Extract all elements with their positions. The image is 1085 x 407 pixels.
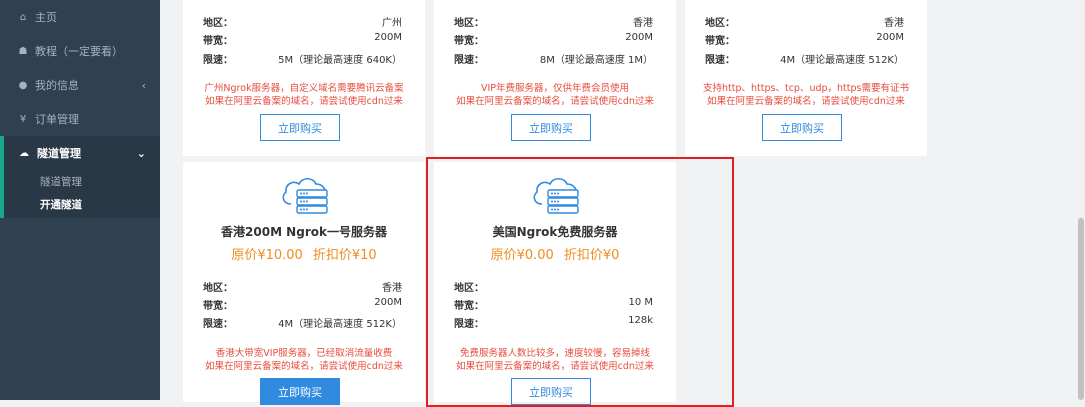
server-card: 香港200M Ngrok一号服务器 原价¥10.00 折扣价¥10 地区： 香港 带… xyxy=(183,162,425,405)
bandwidth-row: 带宽： 200M xyxy=(203,297,402,312)
cloud-icon: ☁ xyxy=(19,147,29,159)
original-price: 原价¥0.00 xyxy=(490,248,554,263)
region-row: 地区： 广州 xyxy=(203,18,402,29)
region-row: 地区： xyxy=(454,283,484,294)
cloud-server-icon xyxy=(533,177,579,214)
sidebar-item-label: 订单管理 xyxy=(35,113,79,126)
buy-now-button[interactable]: 立即购买 xyxy=(511,114,591,141)
server-description: 支持http、https、tcp、udp，https需要有证书 如果在阿里云备案的… xyxy=(703,83,909,107)
sidebar: ⌂ 主页 ☗ 教程（一定要看） ● 我的信息 ‹ ¥ 订单管理 ☁ 隧道管理 ⌄… xyxy=(0,0,160,400)
server-description: 香港大带宽VIP服务器，已经取消流量收费 如果在阿里云备案的域名，请尝试使用cdn… xyxy=(205,348,403,372)
sidebar-item-label: 主页 xyxy=(35,11,57,24)
bandwidth-row: 带宽： 200M xyxy=(203,32,402,47)
chevron-down-icon: ⌄ xyxy=(136,146,146,160)
buy-now-button[interactable]: 立即购买 xyxy=(260,378,340,405)
region-row: 地区： 香港 xyxy=(705,18,904,29)
mortarboard-icon: ☗ xyxy=(18,45,28,57)
sidebar-item-my-info[interactable]: ● 我的信息 ‹ xyxy=(0,70,160,100)
server-title: 美国Ngrok免费服务器 xyxy=(492,225,618,239)
sidebar-item-orders[interactable]: ¥ 订单管理 xyxy=(0,104,160,134)
server-card: 地区： 香港 带宽： 200M 限速： 4M（理论最高速度 512K） 支持http、… xyxy=(685,0,927,156)
server-description: 广州Ngrok服务器，自定义域名需要腾讯云备案 如果在阿里云备案的域名，请尝试使用… xyxy=(204,83,404,107)
scrollbar-thumb[interactable] xyxy=(1078,218,1084,400)
speed-row: 限速： 8M（理论最高速度 1M） xyxy=(454,55,653,66)
buy-now-button[interactable]: 立即购买 xyxy=(511,378,591,405)
buy-now-button[interactable]: 立即购买 xyxy=(260,114,340,141)
sidebar-item-tunnels: ☁ 隧道管理 ⌄ 隧道管理 开通隧道 xyxy=(0,136,160,218)
discount-price: 折扣价¥10 xyxy=(312,248,377,263)
sidebar-subitem-tunnel-manage[interactable]: 隧道管理 xyxy=(40,174,82,189)
server-card: 地区： 广州 带宽： 200M 限速： 5M（理论最高速度 640K） 广州Ngrok… xyxy=(183,0,425,156)
speed-row: 限速： 5M（理论最高速度 640K） xyxy=(203,55,402,66)
speed-row: 限速： 4M（理论最高速度 512K） xyxy=(705,55,904,66)
original-price: 原价¥10.00 xyxy=(231,248,303,263)
bandwidth-row: 带宽： 200M xyxy=(454,32,653,47)
sidebar-item-home[interactable]: ⌂ 主页 xyxy=(0,2,160,32)
region-row: 地区： 香港 xyxy=(203,283,402,294)
server-card: 地区： 香港 带宽： 200M 限速： 8M（理论最高速度 1M） VIP年费服务器，… xyxy=(434,0,676,156)
price-line: 原价¥10.00 折扣价¥10 xyxy=(183,244,425,263)
region-row: 地区： 香港 xyxy=(454,18,653,29)
sidebar-item-label: 隧道管理 xyxy=(37,147,81,160)
server-description: 免费服务器人数比较多，速度较慢，容易掉线 如果在阿里云备案的域名，请尝试使用cdn… xyxy=(456,348,654,372)
bandwidth-row: 带宽： 10 M xyxy=(454,297,653,312)
sidebar-subitem-open-tunnel[interactable]: 开通隧道 xyxy=(40,197,82,212)
speed-row: 限速： 4M（理论最高速度 512K） xyxy=(203,319,402,330)
discount-price: 折扣价¥0 xyxy=(563,248,620,263)
price-line: 原价¥0.00 折扣价¥0 xyxy=(434,244,676,263)
bandwidth-row: 带宽： 200M xyxy=(705,32,904,47)
server-description: VIP年费服务器，仅供年费会员使用 如果在阿里云备案的域名，请尝试使用cdn过来 xyxy=(456,83,654,107)
speed-row: 限速： 128k xyxy=(454,315,653,330)
yen-icon: ¥ xyxy=(19,113,27,125)
cloud-server-icon xyxy=(282,177,328,214)
home-icon: ⌂ xyxy=(19,11,27,23)
server-card: 美国Ngrok免费服务器 原价¥0.00 折扣价¥0 地区： 带宽： 10 M 限速… xyxy=(434,162,676,405)
sidebar-item-label: 我的信息 xyxy=(35,79,79,92)
sidebar-item-tutorial[interactable]: ☗ 教程（一定要看） xyxy=(0,36,160,66)
buy-now-button[interactable]: 立即购买 xyxy=(762,114,842,141)
user-icon: ● xyxy=(18,79,28,91)
sidebar-item-tunnels-header[interactable]: ☁ 隧道管理 ⌄ xyxy=(4,144,160,162)
sidebar-item-label: 教程（一定要看） xyxy=(35,45,123,58)
server-title: 香港200M Ngrok一号服务器 xyxy=(221,225,387,239)
chevron-left-icon: ‹ xyxy=(141,78,146,92)
